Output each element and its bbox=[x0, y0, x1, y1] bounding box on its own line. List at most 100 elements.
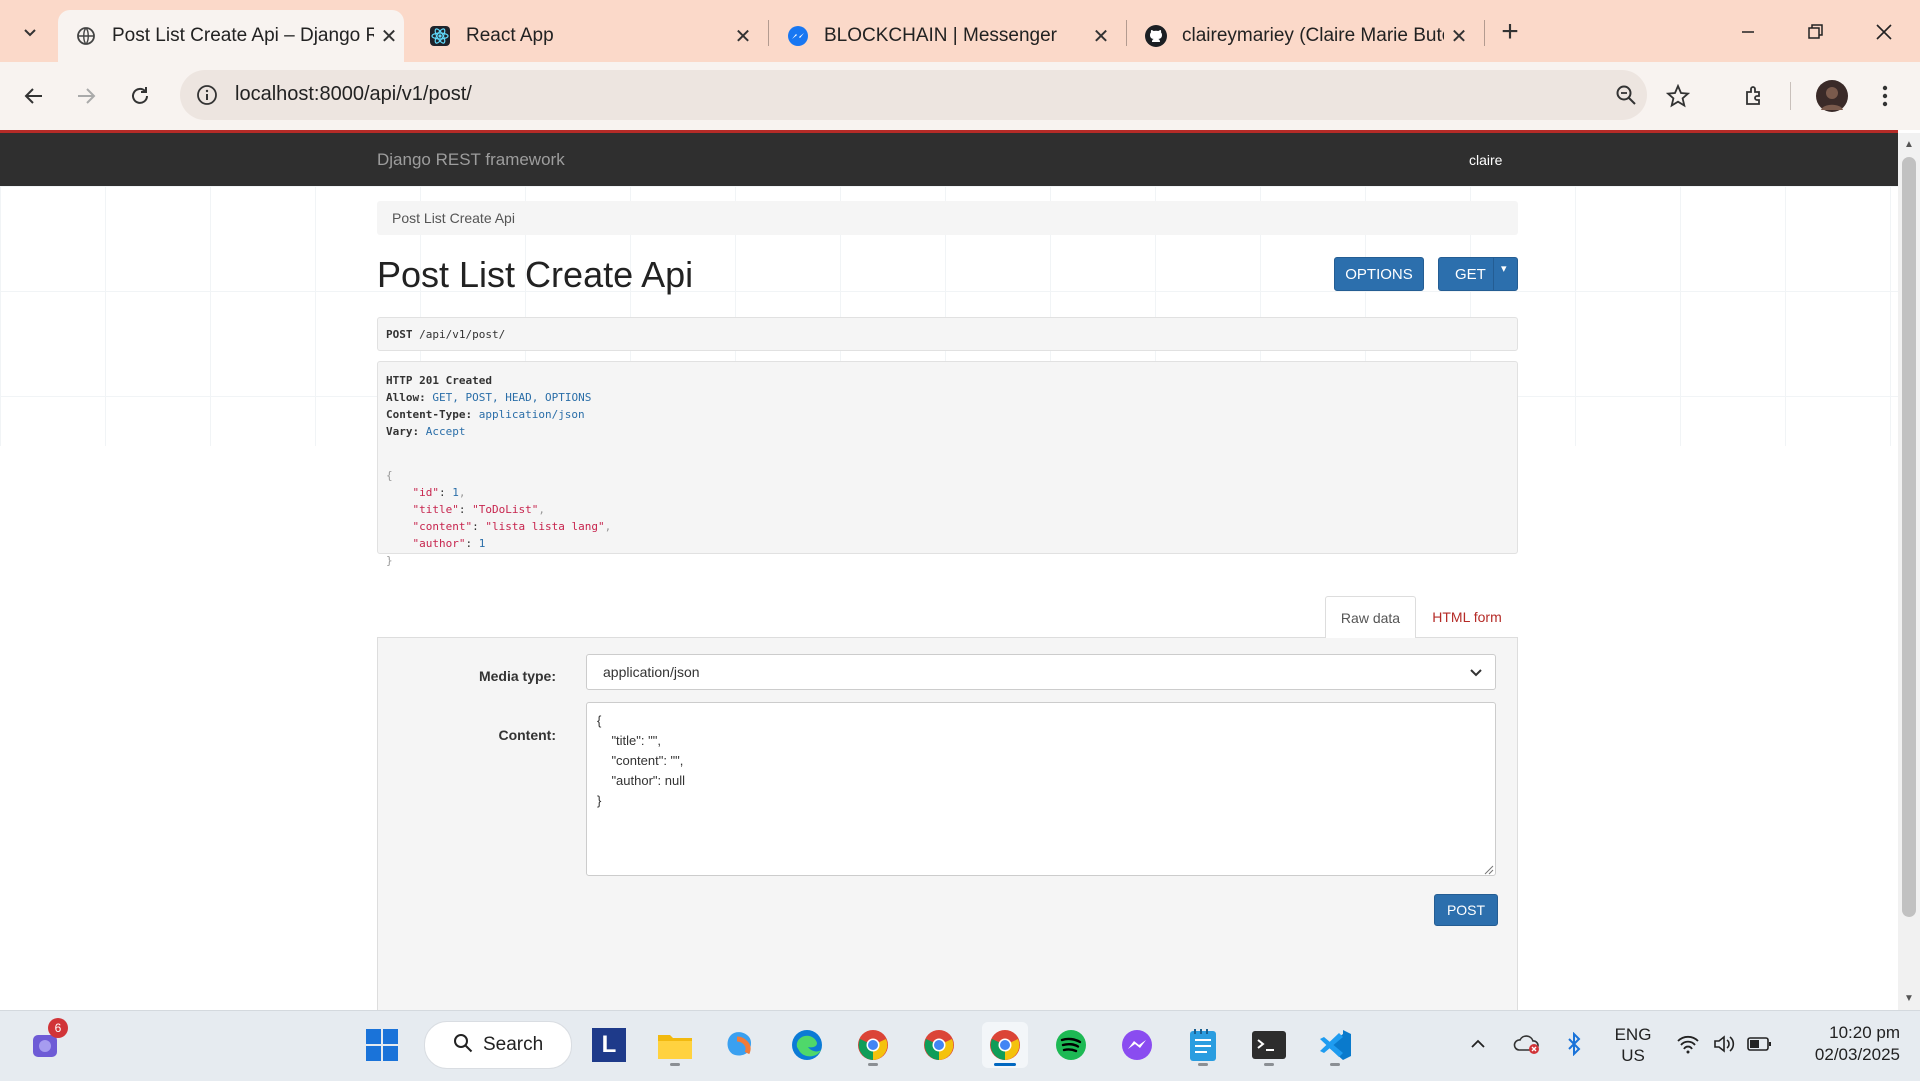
scroll-down-arrow-icon[interactable]: ▼ bbox=[1904, 993, 1914, 1004]
tab-post-list[interactable]: Post List Create Api – Django REST frame… bbox=[58, 10, 404, 62]
reload-icon[interactable] bbox=[122, 78, 158, 114]
running-indicator bbox=[1264, 1063, 1274, 1066]
get-button[interactable]: GET ▾ bbox=[1438, 257, 1518, 291]
terminal-icon[interactable] bbox=[1246, 1022, 1292, 1068]
chrome-active-icon[interactable] bbox=[982, 1022, 1028, 1068]
copilot-icon[interactable] bbox=[718, 1022, 764, 1068]
clock-date: 02/03/2025 bbox=[1814, 1045, 1900, 1064]
tab-raw-data[interactable]: Raw data bbox=[1325, 596, 1416, 638]
request-path: /api/v1/post/ bbox=[419, 328, 506, 341]
scrollbar-thumb[interactable] bbox=[1902, 157, 1916, 917]
search-label: Search bbox=[483, 1034, 544, 1055]
messenger-icon bbox=[786, 24, 810, 48]
react-icon bbox=[428, 24, 452, 48]
request-info: POST /api/v1/post/ bbox=[377, 317, 1518, 351]
breadcrumb-item: Post List Create Api bbox=[392, 210, 515, 226]
site-info-icon[interactable] bbox=[194, 82, 220, 108]
new-tab-icon[interactable]: + bbox=[1492, 14, 1528, 50]
profile-avatar[interactable] bbox=[1816, 80, 1848, 112]
media-type-value: application/json bbox=[603, 664, 700, 680]
breadcrumb: Post List Create Api bbox=[377, 201, 1518, 235]
minimize-icon[interactable] bbox=[1728, 14, 1768, 50]
search-icon bbox=[453, 1033, 473, 1058]
notepad-icon[interactable] bbox=[1180, 1022, 1226, 1068]
user-menu[interactable]: claire bbox=[1469, 152, 1502, 168]
input-language[interactable]: ENG US bbox=[1612, 1024, 1654, 1066]
clock-time: 10:20 pm bbox=[1829, 1023, 1900, 1042]
battery-icon[interactable] bbox=[1746, 1030, 1774, 1058]
letter-l-app-icon[interactable]: L bbox=[586, 1022, 632, 1068]
media-type-label: Media type: bbox=[478, 668, 556, 684]
running-indicator bbox=[868, 1063, 878, 1066]
request-method: POST bbox=[386, 328, 413, 341]
page-title: Post List Create Api bbox=[377, 254, 694, 295]
volume-icon[interactable] bbox=[1710, 1030, 1738, 1058]
zoom-icon[interactable] bbox=[1613, 82, 1639, 108]
bookmark-star-icon[interactable] bbox=[1660, 78, 1696, 114]
response-vary-header: Vary: Accept bbox=[386, 425, 466, 438]
chevron-down-icon bbox=[1469, 666, 1483, 683]
browser-menu-icon[interactable] bbox=[1870, 78, 1900, 114]
chevron-up-icon[interactable] bbox=[1466, 1030, 1490, 1058]
response-allow-header: Allow: GET, POST, HEAD, OPTIONS bbox=[386, 391, 592, 404]
vscode-icon[interactable] bbox=[1312, 1022, 1358, 1068]
taskbar-search[interactable]: Search bbox=[424, 1021, 572, 1069]
onedrive-error-icon[interactable] bbox=[1512, 1030, 1542, 1058]
get-button-label: GET bbox=[1455, 265, 1486, 283]
notification-badge: 6 bbox=[48, 1018, 68, 1038]
tab-search-chevron-icon[interactable] bbox=[12, 14, 48, 50]
windows-start-icon[interactable] bbox=[359, 1022, 405, 1068]
page-scrollbar[interactable]: ▲ ▼ bbox=[1898, 133, 1920, 1010]
address-bar[interactable]: localhost:8000/api/v1/post/ bbox=[180, 70, 1647, 120]
response-info: HTTP 201 Created Allow: GET, POST, HEAD, … bbox=[377, 361, 1518, 567]
tab-close-icon[interactable]: ✕ bbox=[1086, 24, 1116, 49]
wifi-icon[interactable] bbox=[1674, 1030, 1702, 1058]
file-explorer-icon[interactable] bbox=[652, 1022, 698, 1068]
extensions-icon[interactable] bbox=[1736, 78, 1772, 114]
browser-tab-bar: Post List Create Api – Django REST frame… bbox=[0, 0, 1920, 62]
json-field-content: "content": "lista lista lang", bbox=[412, 520, 612, 533]
tab-messenger[interactable]: BLOCKCHAIN | Messenger ✕ bbox=[770, 10, 1116, 62]
post-button[interactable]: POST bbox=[1434, 894, 1498, 926]
tab-close-icon[interactable]: ✕ bbox=[1444, 24, 1474, 49]
json-field-author: "author": 1 bbox=[412, 537, 486, 550]
clock[interactable]: 10:20 pm 02/03/2025 bbox=[1780, 1022, 1900, 1066]
content-textarea[interactable]: { "title": "", "content": "", "author": … bbox=[586, 702, 1496, 876]
tab-html-form[interactable]: HTML form bbox=[1420, 596, 1514, 638]
response-status: HTTP 201 Created bbox=[386, 374, 492, 387]
github-icon bbox=[1144, 24, 1168, 48]
chrome-profile-2-icon[interactable] bbox=[916, 1022, 962, 1068]
url-text: localhost:8000/api/v1/post/ bbox=[235, 83, 472, 105]
language-code: ENG bbox=[1614, 1025, 1652, 1044]
caret-down-icon[interactable]: ▾ bbox=[1501, 262, 1507, 275]
drf-navbar: Django REST framework claire bbox=[0, 133, 1898, 186]
running-indicator bbox=[1330, 1063, 1340, 1066]
forward-icon[interactable] bbox=[68, 78, 104, 114]
spotify-icon[interactable] bbox=[1048, 1022, 1094, 1068]
close-window-icon[interactable] bbox=[1864, 14, 1904, 50]
tab-separator bbox=[768, 20, 769, 46]
bluetooth-icon[interactable] bbox=[1560, 1030, 1588, 1058]
tab-title: Post List Create Api – Django REST frame… bbox=[112, 25, 374, 46]
scroll-up-arrow-icon[interactable]: ▲ bbox=[1904, 139, 1914, 150]
chrome-profile-1-icon[interactable] bbox=[850, 1022, 896, 1068]
back-icon[interactable] bbox=[16, 78, 52, 114]
messenger-app-icon[interactable] bbox=[1114, 1022, 1160, 1068]
teams-app-icon[interactable]: 6 bbox=[24, 1018, 70, 1068]
resize-handle-icon[interactable] bbox=[1482, 862, 1494, 880]
get-button-divider bbox=[1493, 258, 1494, 290]
tab-close-icon[interactable]: ✕ bbox=[374, 24, 404, 49]
raw-data-form: Media type: application/json Content: { … bbox=[377, 637, 1518, 1010]
options-button[interactable]: OPTIONS bbox=[1334, 257, 1424, 291]
tab-react-app[interactable]: React App ✕ bbox=[412, 10, 758, 62]
media-type-select[interactable]: application/json bbox=[586, 654, 1496, 690]
response-content-type-header: Content-Type: application/json bbox=[386, 408, 585, 421]
tab-close-icon[interactable]: ✕ bbox=[728, 24, 758, 49]
json-field-id: "id": 1, bbox=[412, 486, 466, 499]
json-open-brace: { bbox=[386, 469, 393, 482]
edge-icon[interactable] bbox=[784, 1022, 830, 1068]
tab-github[interactable]: claireymariey (Claire Marie Butor) ✕ bbox=[1128, 10, 1474, 62]
region-code: US bbox=[1621, 1046, 1645, 1065]
brand-link[interactable]: Django REST framework bbox=[377, 150, 565, 170]
restore-icon[interactable] bbox=[1796, 14, 1836, 50]
